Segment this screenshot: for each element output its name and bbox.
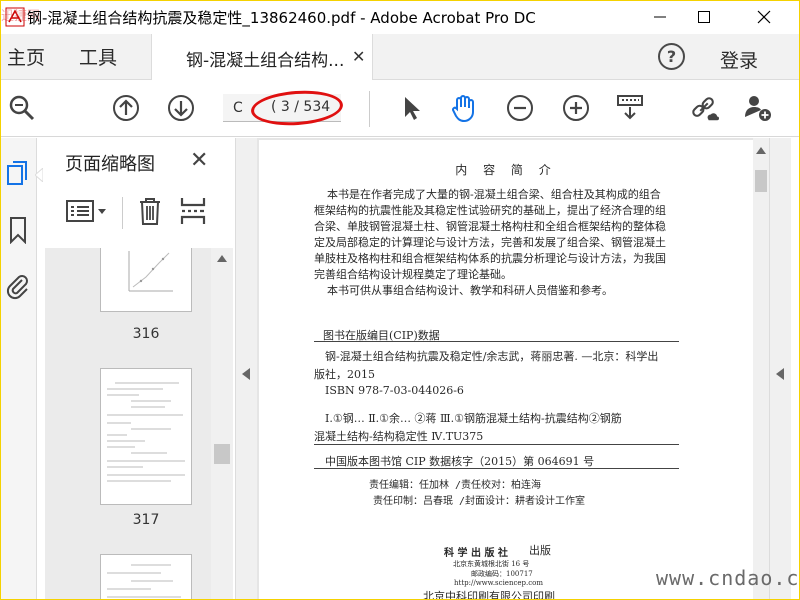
collapse-left-icon[interactable] — [242, 368, 250, 380]
intro-line: 框架结构的抗震性能及其稳定性试验研究的基础上，提出了经济合理的组 — [314, 204, 666, 217]
thumbnail-page[interactable] — [100, 554, 192, 599]
hand-tool-icon[interactable] — [449, 93, 479, 123]
editors-line: 责任编辑：任加林 /责任校对：柏连海 — [369, 480, 542, 491]
close-window-button[interactable] — [741, 1, 787, 33]
publisher-suffix: 出版 — [529, 544, 551, 557]
thumbnails-panel: 页面缩略图 ✕ 316 317 — [45, 138, 233, 599]
panel-toolbar — [45, 188, 233, 236]
scrollbar-thumb[interactable] — [214, 444, 230, 464]
options-menu-icon[interactable] — [65, 198, 109, 228]
thumbnail-page[interactable] — [100, 248, 192, 312]
title-bar: 迅捷网 钢-混凝土组合结构抗震及稳定性_13862460.pdf - Adobe… — [1, 1, 799, 34]
panel-title: 页面缩略图 — [65, 154, 155, 175]
maximize-button[interactable] — [681, 1, 727, 33]
panel-toolbar-divider — [122, 197, 123, 229]
page-current-input[interactable]: C — [233, 100, 243, 116]
rail-pointer-icon — [35, 168, 43, 182]
intro-line: 合梁、单肢钢管混凝土柱、钢管混凝土格构柱和全组合框架结构的整体稳 — [314, 220, 666, 233]
thumbnail-scrollbar[interactable] — [211, 248, 233, 599]
select-pointer-icon[interactable] — [396, 93, 426, 123]
doc-scroll-up-icon[interactable] — [756, 146, 766, 154]
thumbnail-page-number: 317 — [132, 512, 160, 528]
cip-rule-middle — [314, 444, 679, 445]
acrobat-window: 迅捷网 钢-混凝土组合结构抗震及稳定性_13862460.pdf - Adobe… — [0, 0, 800, 600]
cip-line: ISBN 978-7-03-044026-6 — [325, 384, 464, 397]
cip-rule-top — [314, 341, 679, 342]
document-view: 内 容 简 介 本书是在作者完成了大量的钢-混凝土组合梁、组合柱及其构成的组合 … — [257, 138, 769, 600]
site-watermark: www.cndao.com — [656, 566, 800, 590]
publisher-name: 科 学 出 版 社 — [444, 548, 508, 559]
cip-line: 混凝土结构-结构稳定性 Ⅳ.TU375 — [314, 430, 484, 443]
thumbnail-page-number: 316 — [132, 326, 160, 342]
page-display-icon[interactable] — [615, 93, 645, 123]
document-scrollbar[interactable] — [753, 138, 769, 599]
expand-right-pane[interactable] — [769, 138, 791, 599]
intro-line: 本书可供从事组合结构设计、教学和科研人员借鉴和参考。 — [327, 284, 613, 297]
intro-line: 完善组合结构设计规程奠定了理论基础。 — [314, 268, 512, 281]
publisher-address: 北京东黄城根北街 16 号 — [453, 560, 530, 568]
window-title: 钢-混凝土组合结构抗震及稳定性_13862460.pdf - Adobe Acr… — [27, 9, 536, 27]
zoom-in-icon[interactable] — [561, 93, 591, 123]
share-link-icon[interactable] — [689, 93, 719, 123]
document-scrollbar-thumb[interactable] — [755, 170, 767, 192]
previous-page-icon[interactable] — [111, 93, 141, 123]
intro-line: 单肢柱及格构柱和组合框架结构体系的抗震分析理论与设计方法，为我国 — [314, 252, 666, 265]
close-tab-icon[interactable]: ✕ — [352, 47, 365, 66]
editors-line: 责任印制：吕春珉 /封面设计：耕者设计工作室 — [373, 496, 586, 507]
close-panel-icon[interactable]: ✕ — [190, 148, 208, 173]
nav-home[interactable]: 主页 — [7, 43, 45, 70]
page-thumbnails-icon[interactable] — [5, 160, 31, 188]
nav-tools[interactable]: 工具 — [79, 43, 117, 70]
extract-pages-icon[interactable] — [179, 196, 207, 230]
intro-line: 定及局部稳定的计算理论与设计方法，完善和发展了组合梁、钢管混凝土 — [314, 236, 666, 249]
thumbnail-list: 316 317 — [45, 248, 233, 599]
publisher-website: http://www.sciencep.com — [454, 579, 544, 587]
delete-page-icon[interactable] — [137, 196, 163, 230]
publisher-postcode: 邮政编码：100717 — [471, 570, 533, 578]
help-icon[interactable]: ? — [658, 43, 685, 70]
page-heading: 内 容 简 介 — [455, 163, 557, 177]
cip-line: 版社，2015 — [314, 368, 375, 381]
next-page-icon[interactable] — [166, 93, 196, 123]
cip-line: Ⅰ.①钢… Ⅱ.①余… ②蒋 Ⅲ.①钢筋混凝土结构-抗震结构②钢筋 — [325, 412, 622, 425]
minimize-button[interactable] — [637, 1, 683, 33]
cip-rule-bottom — [314, 468, 679, 469]
add-user-icon[interactable] — [743, 93, 773, 123]
toolbar-divider — [369, 91, 370, 127]
login-button[interactable]: 登录 — [720, 46, 758, 73]
document-tab[interactable]: 钢-混凝土组合结构... ✕ — [151, 34, 373, 80]
expand-right-icon[interactable] — [776, 368, 784, 380]
thumbnail-page[interactable] — [100, 368, 192, 505]
scroll-up-icon[interactable] — [217, 254, 227, 262]
search-zoom-icon[interactable] — [7, 93, 37, 123]
document-tab-label: 钢-混凝土组合结构... — [186, 51, 345, 71]
pdf-page: 内 容 简 介 本书是在作者完成了大量的钢-混凝土组合梁、组合柱及其构成的组合 … — [259, 140, 753, 600]
left-icon-rail — [1, 138, 43, 599]
attachments-icon[interactable] — [5, 272, 31, 300]
tab-bar: 主页 工具 钢-混凝土组合结构... ✕ ? 登录 — [1, 34, 799, 80]
cip-line: 中国版本图书馆 CIP 数据核字（2015）第 064691 号 — [325, 455, 595, 468]
bookmarks-icon[interactable] — [5, 216, 31, 244]
cip-line: 钢-混凝土组合结构抗震及稳定性/余志武，蒋丽忠著. —北京：科学出 — [325, 350, 659, 363]
collapse-left-pane[interactable] — [235, 138, 257, 599]
printer-line: 北京中科印刷有限公司印刷 — [423, 590, 555, 600]
zoom-out-icon[interactable] — [505, 93, 535, 123]
toolbar: C ( 3 / 534 — [1, 81, 799, 137]
intro-line: 本书是在作者完成了大量的钢-混凝土组合梁、组合柱及其构成的组合 — [327, 188, 661, 201]
